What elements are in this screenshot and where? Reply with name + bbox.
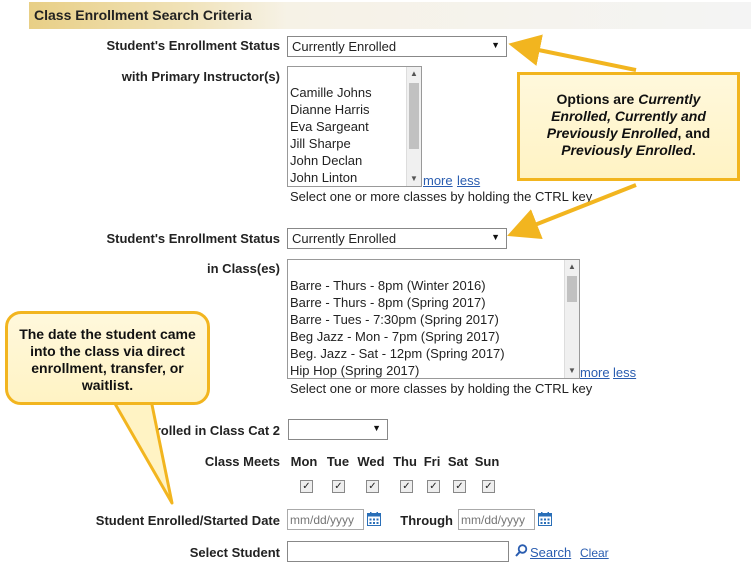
class-cat2-select[interactable]: ▼ [288,419,388,440]
header-background [287,2,751,29]
instructor-hint: Select one or more classes by holding th… [290,189,593,204]
day-label-fri: Fri [423,454,441,469]
scroll-thumb[interactable] [409,83,419,149]
callout-text: , and [677,125,711,141]
sun-checkbox[interactable]: ✓ [482,480,495,493]
mon-checkbox[interactable]: ✓ [300,480,313,493]
scrollbar[interactable]: ▲ ▼ [564,260,579,378]
class-cat2-label: Enrolled in Class Cat 2 [139,423,280,438]
arrow-to-status-1 [508,34,637,72]
thu-checkbox[interactable]: ✓ [400,480,413,493]
start-date-input[interactable] [287,509,364,530]
day-label-tue: Tue [326,454,350,469]
select-student-label: Select Student [189,545,280,560]
search-link[interactable]: Search [530,545,571,560]
enrollment-status-value-2: Currently Enrolled [292,231,397,246]
status-options-callout: Options are Currently Enrolled, Currentl… [517,72,740,181]
wed-checkbox[interactable]: ✓ [366,480,379,493]
calendar-icon[interactable] [538,512,552,526]
fri-checkbox[interactable]: ✓ [427,480,440,493]
classes-listbox[interactable]: Barre - Thurs - 8pm (Winter 2016) Barre … [287,259,580,379]
scrollbar[interactable]: ▲ ▼ [406,67,421,186]
scroll-up-icon[interactable]: ▲ [565,260,579,274]
day-label-sun: Sun [474,454,500,469]
scroll-down-icon[interactable]: ▼ [407,172,421,186]
enrollment-status-value: Currently Enrolled [292,39,397,54]
list-item[interactable]: Jill Sharpe [288,135,421,152]
through-label: Through [400,513,453,528]
started-date-label: Student Enrolled/Started Date [95,513,280,528]
list-item[interactable]: Barre - Tues - 7:30pm (Spring 2017) [288,311,579,328]
callout-text: Options are [556,91,639,107]
classes-more-link[interactable]: more [580,365,610,380]
day-label-wed: Wed [357,454,385,469]
classes-label: in Class(es) [207,261,280,276]
callout-italic-2: Previously Enrolled [561,142,692,158]
primary-instructor-label: with Primary Instructor(s) [121,69,280,84]
list-item[interactable]: Beg Jazz - Mon - 7pm (Spring 2017) [288,328,579,345]
end-date-input[interactable] [458,509,535,530]
class-meets-label: Class Meets [204,454,280,469]
list-item[interactable]: Eva Sargeant [288,118,421,135]
date-callout-tail [108,393,174,505]
list-item[interactable]: Beg. Jazz - Sat - 12pm (Spring 2017) [288,345,579,362]
list-item[interactable]: Barre - Thurs - 8pm (Spring 2017) [288,294,579,311]
classes-hint: Select one or more classes by holding th… [290,381,593,396]
chevron-down-icon: ▼ [491,232,500,242]
section-title: Class Enrollment Search Criteria [29,2,287,29]
enrollment-status-label-2: Student's Enrollment Status [106,231,280,246]
search-icon[interactable] [515,544,528,557]
day-label-mon: Mon [290,454,318,469]
clear-link[interactable]: Clear [580,546,609,560]
day-label-sat: Sat [447,454,469,469]
scroll-up-icon[interactable]: ▲ [407,67,421,81]
sat-checkbox[interactable]: ✓ [453,480,466,493]
enrollment-status-select-2[interactable]: Currently Enrolled ▼ [287,228,507,249]
tue-checkbox[interactable]: ✓ [332,480,345,493]
primary-instructor-listbox[interactable]: Camille Johns Dianne Harris Eva Sargeant… [287,66,422,187]
day-label-thu: Thu [393,454,417,469]
date-info-callout: The date the student came into the class… [5,311,210,405]
list-item[interactable]: John Linton [288,169,421,186]
list-item[interactable]: Barre - Thurs - 8pm (Winter 2016) [288,277,579,294]
instructor-less-link[interactable]: less [457,173,480,188]
chevron-down-icon: ▼ [491,40,500,50]
student-search-input[interactable] [287,541,509,562]
classes-less-link[interactable]: less [613,365,636,380]
list-item[interactable]: Camille Johns [288,84,421,101]
callout-text: . [691,142,696,158]
list-item[interactable]: Hip Hop (Spring 2017) [288,362,579,378]
scroll-down-icon[interactable]: ▼ [565,364,579,378]
list-item[interactable]: John Declan [288,152,421,169]
scroll-thumb[interactable] [567,276,577,302]
instructor-more-link[interactable]: more [423,173,453,188]
list-item[interactable]: Dianne Harris [288,101,421,118]
enrollment-status-select[interactable]: Currently Enrolled ▼ [287,36,507,57]
chevron-down-icon: ▼ [372,423,381,433]
enrollment-status-label: Student's Enrollment Status [106,38,280,53]
calendar-icon[interactable] [367,512,381,526]
